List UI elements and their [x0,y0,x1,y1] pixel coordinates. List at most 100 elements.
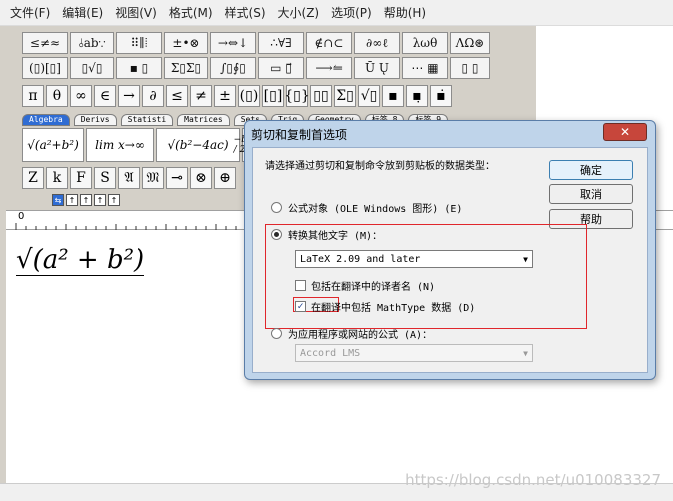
checkbox-indicator[interactable] [295,280,306,291]
palette-symbol-7[interactable]: ≠ [190,85,212,107]
menu-item-4[interactable]: 样式(S) [221,4,270,21]
menu-item-2[interactable]: 视图(V) [111,4,161,21]
palette-symbol-10[interactable]: [▯] [262,85,284,107]
tab-3[interactable]: Matrices [177,114,230,126]
template-button-1[interactable]: lim x→∞ [86,128,154,162]
palette-symbol-4[interactable]: → [118,85,140,107]
checkbox-indicator[interactable]: ✓ [295,301,306,312]
palette-button-row2-3[interactable]: Σ▯Σ▯ [164,57,208,79]
tab-stop-marker-0[interactable]: ⇆ [52,194,64,206]
palette-symbol-row5-8[interactable]: ⊕ [214,167,236,189]
tab-stop-marker-4[interactable]: ↑ [108,194,120,206]
palette-symbol-row5-0[interactable]: Z [22,167,44,189]
palette-symbol-13[interactable]: Σ▯ [334,85,356,107]
palette-symbol-12[interactable]: ▯▯ [310,85,332,107]
app-website-select-value: Accord LMS [300,347,361,359]
palette-symbol-row5-1[interactable]: k [46,167,68,189]
palette-symbol-8[interactable]: ± [214,85,236,107]
palette-symbol-1[interactable]: θ [46,85,68,107]
palette-symbol-15[interactable]: ▪ [382,85,404,107]
chevron-down-icon[interactable]: ▼ [523,349,528,358]
palette-symbol-row5-5[interactable]: 𝔐 [142,167,164,189]
palette-button-row2-1[interactable]: ▯√▯ [70,57,114,79]
menu-item-7[interactable]: 帮助(H) [380,4,430,21]
palette-button-row1-1[interactable]: ⫰ab∵ [70,32,114,54]
palette-symbol-0[interactable]: π [22,85,44,107]
palette-row-3: π θ ∞ ∈ → ∂ ≤ ≠ ± (▯) [▯] {▯} ▯▯ Σ▯ √▯ ▪ ▪̣ ▪̇ [22,85,452,107]
cancel-button[interactable]: 取消 [549,184,633,204]
palette-button-row2-5[interactable]: ▭ ▯⃗ [258,57,304,79]
dialog-prompt: 请选择通过剪切和复制命令放到剪贴板的数据类型： [265,161,495,172]
palette-button-row1-3[interactable]: ±•⊗ [164,32,208,54]
template-button-0[interactable]: √(a²+b²) [22,128,84,162]
palette-symbol-5[interactable]: ∂ [142,85,164,107]
palette-button-row1-0[interactable]: ≤≠≈ [22,32,68,54]
palette-button-row1-7[interactable]: ∂∞ℓ [354,32,400,54]
checkbox-include-mathtype-data[interactable]: ✓ 在翻译中包括 MathType 数据 (D) [295,299,475,314]
palette-button-row1-5[interactable]: ∴∀∃ [258,32,304,54]
radio-app-website-label: 为应用程序或网站的公式 (A)： [288,330,433,341]
ok-button[interactable]: 确定 [549,160,633,180]
tab-2[interactable]: Statisti [120,114,174,126]
tab-stop-marker-2[interactable]: ↑ [80,194,92,206]
palette-button-row2-9[interactable]: ▯ ▯ [450,57,490,79]
close-button[interactable]: ✕ [603,123,647,141]
menu-item-5[interactable]: 大小(Z) [274,4,324,21]
palette-symbol-row5-7[interactable]: ⊗ [190,167,212,189]
cut-copy-preferences-dialog: 剪切和复制首选项 ✕ 请选择通过剪切和复制命令放到剪贴板的数据类型： 确定 取消… [244,120,656,380]
tab-stop-marker-1[interactable]: ↑ [66,194,78,206]
radio-indicator[interactable] [271,229,282,240]
checkbox-include-mathtype-data-label: 在翻译中包括 MathType 数据 (D) [311,303,476,314]
palette-button-row2-0[interactable]: (▯)[▯] [22,57,68,79]
palette-symbol-9[interactable]: (▯) [238,85,260,107]
radio-formula-object-label: 公式对象 (OLE Windows 图形) (E) [288,204,463,215]
checkbox-include-translator-name[interactable]: 包括在翻译中的译者名 (N) [295,278,435,293]
palette-button-row1-4[interactable]: →⇔↓ [210,32,256,54]
equation[interactable]: √(a² + b²) [16,245,145,276]
palette-symbol-row5-6[interactable]: ⊸ [166,167,188,189]
translator-select[interactable]: LaTeX 2.09 and later ▼ [295,250,533,268]
radio-indicator[interactable] [271,202,282,213]
palette-row-1: ≤≠≈ ⫰ab∵ ⠿∥⦙ ±•⊗ →⇔↓ ∴∀∃ ∉∩⊂ ∂∞ℓ λωθ ΛΩ⊛ [22,32,490,54]
palette-symbol-17[interactable]: ▪̇ [430,85,452,107]
palette-button-row2-8[interactable]: ⋯ ▦ [402,57,448,79]
tab-1[interactable]: Derivs [73,114,117,126]
palette-symbol-2[interactable]: ∞ [70,85,92,107]
palette-button-row2-7[interactable]: Ū Ų [354,57,400,79]
palette-row-5: Zk F S 𝔄 𝔐 ⊸ ⊗ ⊕ [22,167,236,189]
palette-symbol-16[interactable]: ▪̣ [406,85,428,107]
palette-symbol-3[interactable]: ∈ [94,85,116,107]
palette-symbol-row5-3[interactable]: S [94,167,116,189]
radio-convert-text[interactable]: 转换其他文字 (M)： [271,227,382,242]
menu-item-6[interactable]: 选项(P) [327,4,376,21]
palette-symbol-row5-2[interactable]: F [70,167,92,189]
palette-button-row1-2[interactable]: ⠿∥⦙ [116,32,162,54]
menu-item-0[interactable]: 文件(F) [6,4,54,21]
palette-symbol-row5-4[interactable]: 𝔄 [118,167,140,189]
tab-stop-marker-3[interactable]: ↑ [94,194,106,206]
palette-button-row1-6[interactable]: ∉∩⊂ [306,32,352,54]
radio-convert-text-label: 转换其他文字 (M)： [288,231,383,242]
palette-button-row1-8[interactable]: λωθ [402,32,448,54]
palette-button-row1-9[interactable]: ΛΩ⊛ [450,32,490,54]
palette-button-row2-2[interactable]: ▪ ▯ [116,57,162,79]
tab-0[interactable]: Algebra [22,114,70,126]
checkbox-include-translator-name-label: 包括在翻译中的译者名 (N) [311,282,436,293]
tab-stop-markers: ⇆ ↑ ↑ ↑ ↑ [52,194,120,206]
palette-symbol-11[interactable]: {▯} [284,85,310,107]
radio-formula-object[interactable]: 公式对象 (OLE Windows 图形) (E) [271,200,462,215]
menu-item-1[interactable]: 编辑(E) [58,4,107,21]
palette-button-row2-6[interactable]: ⟶⥪ [306,57,352,79]
dialog-title: 剪切和复制首选项 [251,128,348,142]
radio-app-website[interactable]: 为应用程序或网站的公式 (A)： [271,326,432,341]
palette-button-row2-4[interactable]: ∫▯∮▯ [210,57,256,79]
app-website-select[interactable]: Accord LMS ▼ [295,344,533,362]
template-button-2[interactable]: √(b²−4ac) [156,128,240,162]
menu-item-3[interactable]: 格式(M) [165,4,217,21]
radio-indicator[interactable] [271,328,282,339]
palette-symbol-6[interactable]: ≤ [166,85,188,107]
palette-row-2: (▯)[▯] ▯√▯ ▪ ▯ Σ▯Σ▯ ∫▯∮▯ ▭ ▯⃗ ⟶⥪ Ū Ų ⋯ ▦ ▯ ▯ [22,57,490,79]
palette-symbol-14[interactable]: √▯ [358,85,380,107]
watermark: https://blog.csdn.net/u010083327 [405,471,661,489]
chevron-down-icon[interactable]: ▼ [523,255,528,264]
